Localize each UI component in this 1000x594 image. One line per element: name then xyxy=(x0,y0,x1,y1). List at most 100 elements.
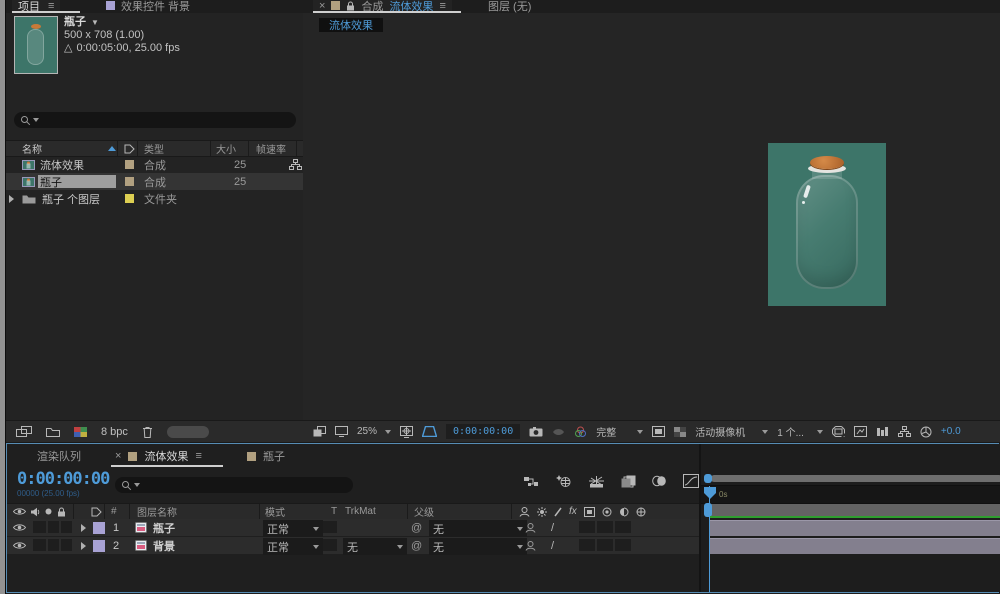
label-swatch[interactable] xyxy=(125,190,134,207)
grid-guides-icon[interactable] xyxy=(400,425,414,438)
parent-dropdown[interactable]: 无 xyxy=(429,520,527,537)
audio-column-icon[interactable] xyxy=(30,504,40,519)
solo-toggle[interactable] xyxy=(48,539,59,551)
mode-dropdown[interactable]: 正常 xyxy=(263,538,323,555)
column-label-icon[interactable] xyxy=(124,141,135,156)
3d-layer-icon[interactable] xyxy=(636,507,646,517)
pickwhip-icon[interactable]: @ xyxy=(411,519,422,536)
panel-menu-icon[interactable]: ≡ xyxy=(195,450,201,462)
solo-column-icon[interactable] xyxy=(45,504,52,519)
always-preview-icon[interactable] xyxy=(313,426,326,437)
region-of-interest-icon[interactable] xyxy=(422,426,438,437)
column-type[interactable]: 类型 xyxy=(144,141,164,156)
column-size[interactable]: 大小 xyxy=(216,141,236,156)
brainstorm-icon[interactable] xyxy=(652,475,667,487)
layer-name-column[interactable]: 图层名称 xyxy=(137,504,177,519)
row-name-selected[interactable]: 瓶子 xyxy=(38,175,116,189)
frame-blend-switch-icon[interactable] xyxy=(583,506,595,517)
bit-depth-button[interactable]: 8 bpc xyxy=(101,426,128,438)
trkmat-column[interactable]: TrkMat xyxy=(345,504,376,519)
fast-previews-icon[interactable] xyxy=(853,426,867,437)
draft-3d-icon[interactable] xyxy=(555,474,572,488)
project-search-input[interactable] xyxy=(14,112,296,128)
pixel-aspect-correction-icon[interactable] xyxy=(831,426,845,437)
label-swatch[interactable] xyxy=(125,156,134,173)
work-area-left-handle[interactable] xyxy=(704,503,712,517)
comp-flowchart-icon[interactable] xyxy=(897,426,911,437)
search-options-icon[interactable] xyxy=(134,483,140,487)
layer-duration-bar[interactable] xyxy=(710,520,1000,536)
motion-blur-icon[interactable] xyxy=(621,475,636,488)
footage-thumbnail[interactable] xyxy=(14,16,58,74)
sort-ascending-icon[interactable] xyxy=(108,141,116,156)
search-options-icon[interactable] xyxy=(33,118,39,122)
close-icon[interactable]: × xyxy=(319,0,325,12)
table-row[interactable]: 流体效果 合成 25 xyxy=(6,156,303,173)
motion-blur-switch-icon[interactable] xyxy=(602,507,612,517)
panel-menu-icon[interactable]: ≡ xyxy=(48,0,54,12)
switch-box[interactable] xyxy=(615,521,631,533)
number-column[interactable]: # xyxy=(111,504,117,519)
table-row[interactable]: 瓶子 合成 25 xyxy=(6,173,303,190)
navigator-left-handle[interactable] xyxy=(704,474,712,483)
expander-icon[interactable] xyxy=(81,537,86,554)
frame-blending-icon[interactable] xyxy=(588,475,605,488)
show-snapshot-icon[interactable] xyxy=(552,427,565,436)
target-region-icon[interactable] xyxy=(652,426,666,437)
layer-color-swatch[interactable] xyxy=(93,519,105,536)
adjustment-layer-icon[interactable] xyxy=(619,507,629,517)
switch-box[interactable] xyxy=(597,539,613,551)
view-layout-dropdown[interactable]: 1 个... xyxy=(777,424,823,439)
tab-timeline-bottle[interactable]: 瓶子 xyxy=(247,448,285,464)
interpret-footage-icon[interactable] xyxy=(16,426,32,437)
timeline-search-input[interactable] xyxy=(115,477,353,493)
time-ruler[interactable]: 0s xyxy=(701,485,1000,504)
switch-box[interactable] xyxy=(579,539,595,551)
view-dropdown[interactable]: 活动摄像机 xyxy=(695,424,769,439)
resolution-dropdown[interactable]: 完整 xyxy=(596,424,644,439)
quality-toggle[interactable]: / xyxy=(551,519,554,536)
timeline-navigator-bar[interactable] xyxy=(711,475,1000,482)
magnification-dropdown[interactable]: 25% xyxy=(357,426,392,437)
audio-toggle[interactable] xyxy=(33,521,46,533)
tab-render-queue[interactable]: 渲染队列 xyxy=(37,448,81,464)
solo-toggle[interactable] xyxy=(48,521,59,533)
audio-toggle[interactable] xyxy=(33,539,46,551)
shy-icon[interactable] xyxy=(519,506,530,517)
graph-editor-icon[interactable] xyxy=(683,474,699,488)
used-in-comp-icon[interactable] xyxy=(289,156,302,173)
panel-menu-icon[interactable]: ≡ xyxy=(439,0,445,12)
exposure-shutter-icon[interactable] xyxy=(920,426,932,438)
parent-column[interactable]: 父级 xyxy=(414,504,434,519)
viewer-tab[interactable]: 流体效果 xyxy=(319,18,383,32)
quality-icon[interactable] xyxy=(554,507,562,517)
tab-timeline-fluid[interactable]: × 流体效果 ≡ xyxy=(115,448,202,464)
composition-canvas[interactable] xyxy=(768,143,886,306)
column-name[interactable]: 名称 xyxy=(22,141,42,156)
pickwhip-icon[interactable]: @ xyxy=(411,537,422,554)
current-timecode[interactable]: 0:00:00:00 xyxy=(17,469,110,489)
lock-column-icon[interactable] xyxy=(57,504,66,519)
project-flowchart-pill[interactable] xyxy=(166,425,209,438)
expander-icon[interactable] xyxy=(9,190,14,207)
quality-toggle[interactable]: / xyxy=(551,537,554,554)
t-toggle[interactable] xyxy=(323,539,337,551)
layer-row[interactable]: 1 瓶子 正常 @ 无 / xyxy=(7,519,699,537)
layer-color-swatch[interactable] xyxy=(93,537,105,554)
work-area-bar[interactable] xyxy=(709,504,1000,516)
comp-timecode[interactable]: 0:00:00:00 xyxy=(446,424,521,439)
lock-toggle[interactable] xyxy=(61,539,72,551)
new-folder-icon[interactable] xyxy=(46,427,60,437)
column-fps[interactable]: 帧速率 xyxy=(256,141,286,156)
channels-icon[interactable] xyxy=(574,426,587,438)
shy-toggle[interactable] xyxy=(525,537,536,554)
playhead-line[interactable] xyxy=(709,486,710,592)
switch-box[interactable] xyxy=(615,539,631,551)
mode-column[interactable]: 模式 xyxy=(265,504,285,519)
lock-icon[interactable] xyxy=(346,1,355,11)
tab-effect-controls[interactable]: 效果控件 背景 xyxy=(106,0,190,13)
new-composition-icon[interactable] xyxy=(74,426,87,437)
label-swatch[interactable] xyxy=(125,173,134,190)
t-toggle[interactable] xyxy=(323,521,337,533)
switch-box[interactable] xyxy=(579,521,595,533)
